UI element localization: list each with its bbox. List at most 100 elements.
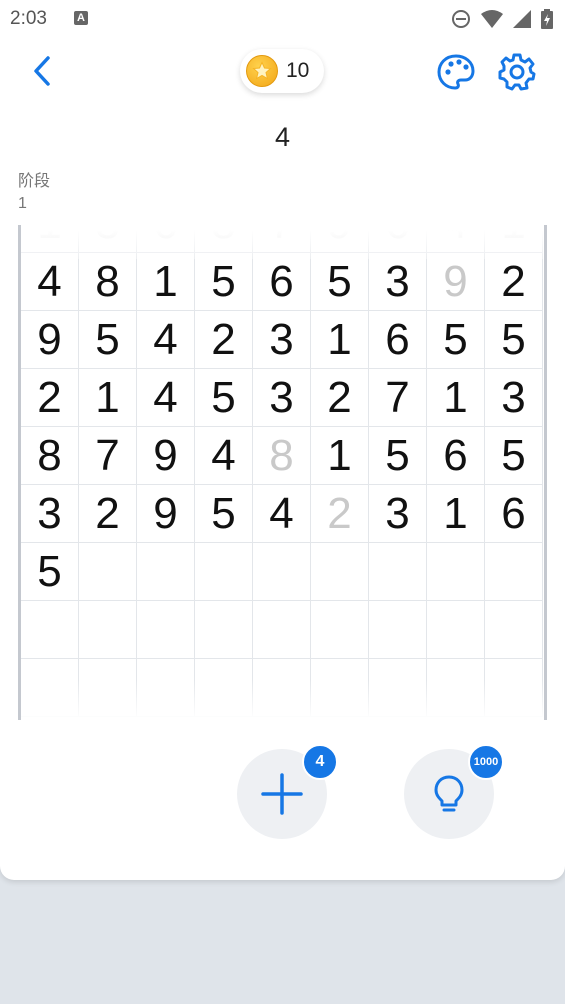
grid-cell[interactable]: 4: [21, 253, 79, 311]
grid-cell[interactable]: 9: [137, 427, 195, 485]
grid-cell[interactable]: 9: [311, 225, 369, 253]
grid-cell[interactable]: 5: [195, 369, 253, 427]
grid-cell[interactable]: 3: [253, 369, 311, 427]
grid-cell[interactable]: [21, 601, 79, 659]
grid-cell[interactable]: [21, 659, 79, 717]
grid-cell[interactable]: [79, 659, 137, 717]
grid-cell[interactable]: 3: [253, 311, 311, 369]
grid-cell[interactable]: [137, 659, 195, 717]
settings-button[interactable]: [497, 52, 537, 92]
grid-cell[interactable]: 2: [21, 369, 79, 427]
grid-cell[interactable]: 4: [137, 369, 195, 427]
grid-cell[interactable]: 5: [427, 311, 485, 369]
grid-cell[interactable]: 5: [369, 427, 427, 485]
grid-cell[interactable]: 6: [137, 225, 195, 253]
grid-cell[interactable]: [137, 601, 195, 659]
gear-icon: [498, 53, 536, 91]
chevron-left-icon: [34, 56, 50, 86]
add-count-badge: 4: [302, 744, 338, 780]
grid-cell[interactable]: 8: [195, 225, 253, 253]
grid-cell[interactable]: [311, 543, 369, 601]
grid-cell[interactable]: 7: [79, 427, 137, 485]
grid-cell[interactable]: 2: [311, 485, 369, 543]
coin-count: 10: [286, 59, 310, 82]
grid-cell[interactable]: [253, 543, 311, 601]
grid-cell[interactable]: [427, 659, 485, 717]
grid-cell[interactable]: 5: [79, 311, 137, 369]
grid-cell[interactable]: 5: [485, 311, 543, 369]
status-icons: [451, 8, 553, 30]
grid-cell[interactable]: [369, 659, 427, 717]
grid-cell[interactable]: [427, 543, 485, 601]
grid-cell[interactable]: 6: [427, 427, 485, 485]
grid-cell[interactable]: 3: [369, 485, 427, 543]
grid-cell[interactable]: 2: [311, 369, 369, 427]
grid-cell[interactable]: [79, 543, 137, 601]
grid-cell[interactable]: 1: [427, 485, 485, 543]
grid-cell[interactable]: 2: [485, 253, 543, 311]
back-button[interactable]: [26, 54, 60, 88]
grid-cell[interactable]: [485, 543, 543, 601]
grid-cell[interactable]: [311, 659, 369, 717]
stage-label: 阶段: [18, 173, 51, 190]
status-bar: 2:03 A: [0, 0, 565, 40]
grid-cell[interactable]: 7: [253, 225, 311, 253]
grid-cell[interactable]: [137, 543, 195, 601]
grid-cell[interactable]: 3: [21, 485, 79, 543]
grid-cell[interactable]: [195, 659, 253, 717]
grid-cell[interactable]: [427, 601, 485, 659]
grid-cell[interactable]: 9: [427, 253, 485, 311]
coin-balance[interactable]: 10: [240, 49, 324, 93]
grid-cell[interactable]: 4: [137, 311, 195, 369]
grid-cell[interactable]: 9: [137, 485, 195, 543]
grid-cell[interactable]: 3: [369, 253, 427, 311]
grid-cell[interactable]: 8: [79, 253, 137, 311]
grid-cell[interactable]: 1: [21, 225, 79, 253]
grid-cell[interactable]: [253, 601, 311, 659]
stage-value: 1: [18, 195, 27, 212]
battery-icon: [541, 9, 553, 29]
grid-cell[interactable]: 2: [79, 485, 137, 543]
grid-cell[interactable]: 6: [369, 311, 427, 369]
wifi-icon: [481, 10, 503, 28]
grid-cell[interactable]: 8: [253, 427, 311, 485]
grid-cell[interactable]: [485, 601, 543, 659]
grid-cell[interactable]: 4: [427, 225, 485, 253]
grid-cell[interactable]: 8: [21, 427, 79, 485]
hint-count-badge: 1000: [468, 744, 504, 780]
grid-cell[interactable]: [369, 543, 427, 601]
grid-cell[interactable]: 6: [485, 485, 543, 543]
coin-star-icon: [246, 55, 278, 87]
grid-cell[interactable]: 1: [485, 225, 543, 253]
grid-cell[interactable]: 1: [137, 253, 195, 311]
grid-cell[interactable]: 1: [427, 369, 485, 427]
grid-cell[interactable]: 1: [79, 369, 137, 427]
theme-button[interactable]: [436, 53, 476, 91]
grid-cell[interactable]: [79, 601, 137, 659]
grid-cell[interactable]: [311, 601, 369, 659]
grid-cell[interactable]: 1: [311, 311, 369, 369]
grid-cell[interactable]: 6: [253, 253, 311, 311]
grid-cell[interactable]: 7: [369, 369, 427, 427]
grid-cell[interactable]: 5: [21, 543, 79, 601]
grid-cell[interactable]: [485, 659, 543, 717]
grid-cell[interactable]: 6: [369, 225, 427, 253]
grid-cell[interactable]: 5: [311, 253, 369, 311]
grid-cell[interactable]: 2: [195, 311, 253, 369]
grid-cell[interactable]: 9: [21, 311, 79, 369]
do-not-disturb-icon: [452, 10, 470, 28]
grid-cell[interactable]: 1: [311, 427, 369, 485]
grid-cell[interactable]: [195, 543, 253, 601]
grid-cell[interactable]: 3: [485, 369, 543, 427]
plus-icon: [261, 773, 303, 815]
grid-cell[interactable]: 5: [195, 253, 253, 311]
grid-cell[interactable]: 5: [485, 427, 543, 485]
grid-cell[interactable]: 4: [195, 427, 253, 485]
grid-cell[interactable]: [369, 601, 427, 659]
grid-cell[interactable]: [195, 601, 253, 659]
grid-cell[interactable]: [253, 659, 311, 717]
grid-cell[interactable]: 5: [195, 485, 253, 543]
grid-cell[interactable]: 4: [253, 485, 311, 543]
keyboard-indicator-icon: A: [74, 11, 88, 25]
grid-cell[interactable]: 3: [79, 225, 137, 253]
